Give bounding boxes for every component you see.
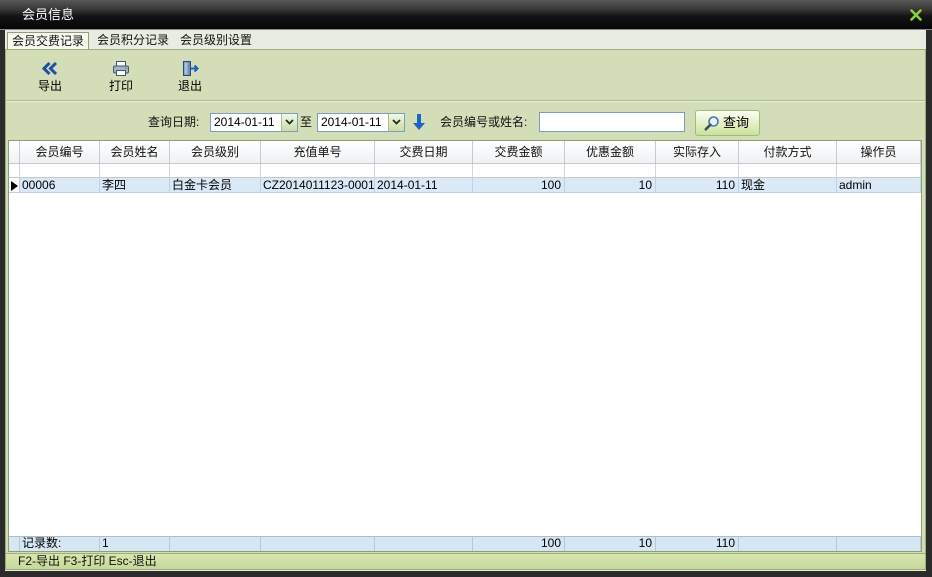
filter-cell-member-level[interactable] xyxy=(170,164,261,178)
exit-label: 退出 xyxy=(177,79,202,93)
query-button[interactable]: 查询 xyxy=(695,110,760,136)
date-to-value: 2014-01-11 xyxy=(321,115,382,129)
print-label: 打印 xyxy=(108,79,133,93)
column-header-member-level[interactable]: 会员级别 xyxy=(170,141,261,164)
footer-cell xyxy=(170,536,261,551)
filter-cell-member-id[interactable] xyxy=(20,164,100,178)
to-label: 至 xyxy=(300,115,313,129)
filter-cell-payment-amount[interactable] xyxy=(473,164,565,178)
chevron-down-icon xyxy=(285,119,294,125)
footer-cell xyxy=(261,536,375,551)
tab-payment-records[interactable]: 会员交费记录 xyxy=(7,32,89,50)
cell-payment-method[interactable]: 现金 xyxy=(739,178,837,193)
arrow-down-icon[interactable] xyxy=(413,114,425,130)
member-payment-grid: 会员编号 会员姓名 会员级别 充值单号 交费日期 交费金额 优惠金额 实际存入 … xyxy=(8,140,922,552)
column-header-payment-method[interactable]: 付款方式 xyxy=(739,141,837,164)
footer-cell xyxy=(837,536,921,551)
tab-label: 会员级别设置 xyxy=(179,33,252,47)
printer-icon xyxy=(112,60,130,77)
cell-recharge-no[interactable]: CZ2014011123-0001 xyxy=(261,178,375,193)
date-from-dropdown-button[interactable] xyxy=(281,114,297,131)
cell-member-name[interactable]: 李四 xyxy=(100,178,170,193)
member-keyword-input[interactable] xyxy=(539,112,685,132)
exit-button[interactable]: 退出 xyxy=(160,55,220,97)
footer-sum-actual-deposit: 110 xyxy=(656,536,739,551)
window-title: 会员信息 xyxy=(22,7,75,22)
footer-cell xyxy=(739,536,837,551)
cell-actual-deposit[interactable]: 110 xyxy=(656,178,739,193)
column-header-discount-amount[interactable]: 优惠金额 xyxy=(565,141,656,164)
member-keyword-label: 会员编号或姓名: xyxy=(440,115,528,129)
column-header-payment-date[interactable]: 交费日期 xyxy=(375,141,473,164)
status-bar: F2-导出 F3-打印 Esc-退出 xyxy=(6,553,925,569)
exit-door-icon xyxy=(181,60,199,77)
tab-level-settings[interactable]: 会员级别设置 xyxy=(176,32,256,50)
tab-label: 会员积分记录 xyxy=(96,33,169,47)
date-to-dropdown-button[interactable] xyxy=(388,114,404,131)
close-icon[interactable] xyxy=(909,8,923,22)
footer-sum-discount-amount: 10 xyxy=(565,536,656,551)
footer-record-count-label: 记录数: xyxy=(20,536,100,551)
export-label: 导出 xyxy=(37,79,62,93)
magnifier-icon xyxy=(704,115,720,131)
export-button[interactable]: 导出 xyxy=(20,55,80,97)
filter-cell-actual-deposit[interactable] xyxy=(656,164,739,178)
cell-payment-amount[interactable]: 100 xyxy=(473,178,565,193)
title-bar[interactable]: 会员信息 xyxy=(0,0,932,30)
grid-filter-row xyxy=(9,164,921,178)
toolbar-divider xyxy=(6,100,925,102)
filter-cell-member-name[interactable] xyxy=(100,164,170,178)
cell-member-id[interactable]: 00006 xyxy=(20,178,100,193)
cell-payment-date[interactable]: 2014-01-11 xyxy=(375,178,473,193)
grid-footer-row: 记录数: 1 100 10 110 xyxy=(9,536,921,551)
filter-cell-operator[interactable] xyxy=(837,164,921,178)
column-header-operator[interactable]: 操作员 xyxy=(837,141,921,164)
member-info-window: 会员信息 会员交费记录 会员积分记录 会员级别设置 导出 打印 退出 查询日期:… xyxy=(0,0,932,577)
footer-record-count: 1 xyxy=(100,536,170,551)
filter-cell-payment-method[interactable] xyxy=(739,164,837,178)
cell-discount-amount[interactable]: 10 xyxy=(565,178,656,193)
print-button[interactable]: 打印 xyxy=(91,55,151,97)
chevron-down-icon xyxy=(392,119,401,125)
table-row[interactable]: 00006 李四 白金卡会员 CZ2014011123-0001 2014-01… xyxy=(9,178,921,193)
filter-cell-discount-amount[interactable] xyxy=(565,164,656,178)
query-date-label: 查询日期: xyxy=(148,115,200,129)
row-indicator xyxy=(9,178,20,193)
date-from-value: 2014-01-11 xyxy=(214,115,275,129)
cell-member-level[interactable]: 白金卡会员 xyxy=(170,178,261,193)
double-chevron-left-icon xyxy=(41,60,59,77)
shortcut-hints: F2-导出 F3-打印 Esc-退出 xyxy=(18,554,157,568)
date-to-picker[interactable]: 2014-01-11 xyxy=(317,113,405,132)
column-header-payment-amount[interactable]: 交费金额 xyxy=(473,141,565,164)
column-header-member-name[interactable]: 会员姓名 xyxy=(100,141,170,164)
cell-operator[interactable]: admin xyxy=(837,178,921,193)
row-indicator-header xyxy=(9,141,20,164)
filter-row-indicator xyxy=(9,164,20,178)
date-from-picker[interactable]: 2014-01-11 xyxy=(210,113,298,132)
footer-sum-payment-amount: 100 xyxy=(473,536,565,551)
filter-cell-payment-date[interactable] xyxy=(375,164,473,178)
footer-row-indicator xyxy=(9,536,20,551)
grid-header-row: 会员编号 会员姓名 会员级别 充值单号 交费日期 交费金额 优惠金额 实际存入 … xyxy=(9,141,921,164)
current-row-icon xyxy=(11,181,18,191)
footer-cell xyxy=(375,536,473,551)
column-header-actual-deposit[interactable]: 实际存入 xyxy=(656,141,739,164)
column-header-member-id[interactable]: 会员编号 xyxy=(20,141,100,164)
query-label: 查询 xyxy=(723,115,750,130)
tab-points-records[interactable]: 会员积分记录 xyxy=(93,32,173,50)
filter-cell-recharge-no[interactable] xyxy=(261,164,375,178)
column-header-recharge-no[interactable]: 充值单号 xyxy=(261,141,375,164)
tab-label: 会员交费记录 xyxy=(11,34,84,48)
